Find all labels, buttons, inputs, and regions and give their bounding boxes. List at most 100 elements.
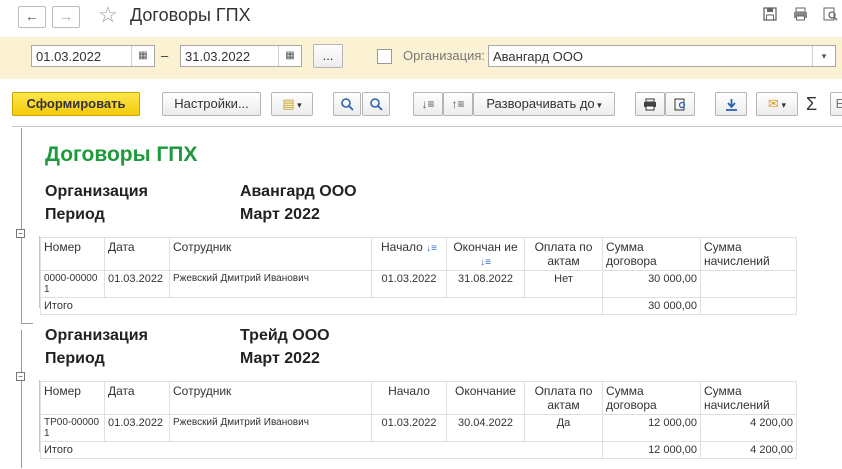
col-acts[interactable]: Оплата по актам — [524, 381, 603, 415]
date-from-input[interactable]: 01.03.2022 ▦ — [31, 45, 155, 67]
cell-end: 30.04.2022 — [446, 414, 525, 442]
col-end[interactable]: Окончан ие ↓≡ — [446, 237, 525, 271]
cell-end: 31.08.2022 — [446, 270, 525, 298]
total-sum: 30 000,00 — [602, 297, 701, 315]
org-label: Организация: — [403, 48, 486, 63]
org-checkbox[interactable] — [377, 49, 392, 64]
collapse-group-icon[interactable]: − — [16, 229, 25, 238]
preview-icon — [674, 98, 685, 111]
total-sum: 12 000,00 — [602, 441, 701, 459]
cell-accruals: 4 200,00 — [700, 414, 797, 442]
print-icon — [644, 98, 656, 111]
favorite-star-icon[interactable]: ☆ — [98, 2, 118, 28]
cell-acts: Да — [524, 414, 603, 442]
col-start-label: Начало — [381, 240, 423, 254]
outline-line — [21, 128, 22, 324]
sum-sigma-icon[interactable]: Σ — [806, 94, 817, 115]
org-value: Авангард ООО — [493, 49, 583, 64]
total-row: Итого 12 000,00 4 200,00 — [40, 441, 797, 459]
col-sum[interactable]: Сумма договора — [602, 381, 701, 415]
col-acts[interactable]: Оплата по актам — [524, 237, 603, 271]
col-end-label: Окончан ие — [453, 240, 518, 254]
col-start[interactable]: Начало ↓≡ — [371, 237, 447, 271]
save-to-file-button[interactable] — [715, 92, 747, 116]
filter-bar: 01.03.2022 ▦ – 31.03.2022 ▦ ... Организа… — [0, 37, 842, 79]
window-title: Договоры ГПХ — [130, 5, 251, 25]
org-select[interactable]: Авангард ООО ▾ — [488, 45, 836, 67]
cell-start: 01.03.2022 — [371, 270, 447, 298]
chevron-down-icon: ▾ — [594, 100, 602, 110]
org-label: Организация — [45, 183, 148, 200]
calendar-icon[interactable]: ▦ — [278, 46, 301, 66]
col-sum[interactable]: Сумма договора — [602, 237, 701, 271]
col-number[interactable]: Номер — [40, 237, 105, 271]
chevron-down-icon: ▾ — [294, 100, 302, 110]
table-row[interactable]: ТР00-00000 1 01.03.2022 Ржевский Дмитрий… — [40, 414, 797, 442]
table-header-row: Номер Дата Сотрудник Начало Окончание Оп… — [40, 381, 797, 415]
col-date[interactable]: Дата — [104, 237, 170, 271]
col-end[interactable]: Окончание — [446, 381, 525, 415]
org-value: Трейд ООО — [240, 327, 330, 344]
variants-icon: ▤ — [282, 96, 295, 111]
sort-desc-icon: ↓≡ — [480, 257, 491, 268]
back-button[interactable]: ← — [18, 6, 46, 28]
expand-levels-icon: ↓≡ — [421, 97, 435, 111]
period-label: Период — [45, 350, 105, 367]
preview-icon[interactable] — [822, 7, 838, 23]
more-button[interactable]: E — [830, 92, 842, 116]
total-label: Итого — [40, 441, 603, 459]
collapse-group-icon[interactable]: − — [16, 372, 25, 381]
print-icon[interactable] — [792, 7, 808, 23]
total-label: Итого — [40, 297, 603, 315]
contracts-table: Номер Дата Сотрудник Начало ↓≡ Окончан и… — [40, 237, 797, 315]
cell-number: ТР00-00000 1 — [40, 414, 105, 442]
sort-desc-icon: ↓≡ — [426, 243, 437, 254]
outline-line — [21, 323, 33, 324]
col-accruals[interactable]: Сумма начислений — [700, 381, 797, 415]
envelope-icon: ✉ — [768, 96, 779, 111]
cell-number: 0000-00000 1 — [40, 270, 105, 298]
forward-button[interactable]: → — [52, 6, 80, 28]
total-accruals — [700, 297, 797, 315]
generate-button[interactable]: Сформировать — [12, 92, 140, 116]
expand-all-button[interactable]: ↓≡ — [413, 92, 443, 116]
collapse-all-button[interactable]: ↑≡ — [443, 92, 473, 116]
col-employee[interactable]: Сотрудник — [169, 237, 372, 271]
chevron-down-icon: ▾ — [778, 100, 786, 110]
period-label: Период — [45, 206, 105, 223]
cell-date: 01.03.2022 — [104, 270, 170, 298]
outline-line — [21, 330, 22, 468]
expand-to-button[interactable]: Разворачивать до ▾ — [473, 92, 615, 116]
col-number[interactable]: Номер — [40, 381, 105, 415]
col-employee[interactable]: Сотрудник — [169, 381, 372, 415]
variants-button[interactable]: ▤ ▾ — [271, 92, 313, 116]
period-select-button[interactable]: ... — [313, 44, 343, 68]
search-icon — [340, 98, 354, 111]
expand-to-label: Разворачивать до — [486, 96, 595, 111]
send-email-button[interactable]: ✉ ▾ — [756, 92, 798, 116]
table-row[interactable]: 0000-00000 1 01.03.2022 Ржевский Дмитрий… — [40, 270, 797, 298]
date-from-value: 01.03.2022 — [36, 49, 102, 64]
search-next-button[interactable] — [362, 92, 390, 116]
col-date[interactable]: Дата — [104, 381, 170, 415]
table-header-row: Номер Дата Сотрудник Начало ↓≡ Окончан и… — [40, 237, 797, 271]
date-to-input[interactable]: 31.03.2022 ▦ — [180, 45, 302, 67]
col-start[interactable]: Начало — [371, 381, 447, 415]
cell-sum: 12 000,00 — [602, 414, 701, 442]
period-value: Март 2022 — [240, 350, 320, 367]
cell-acts: Нет — [524, 270, 603, 298]
col-accruals[interactable]: Сумма начислений — [700, 237, 797, 271]
search-button[interactable] — [333, 92, 361, 116]
settings-button[interactable]: Настройки... — [162, 92, 261, 116]
calendar-icon[interactable]: ▦ — [131, 46, 154, 66]
cell-employee: Ржевский Дмитрий Иванович — [169, 414, 372, 442]
total-accruals: 4 200,00 — [700, 441, 797, 459]
search-next-icon — [369, 98, 383, 111]
chevron-down-icon[interactable]: ▾ — [812, 46, 835, 66]
org-label: Организация — [45, 327, 148, 344]
period-dash: – — [161, 48, 169, 63]
save-icon[interactable] — [762, 7, 778, 23]
cell-employee: Ржевский Дмитрий Иванович — [169, 270, 372, 298]
print-button[interactable] — [635, 92, 665, 116]
preview-button[interactable] — [665, 92, 695, 116]
